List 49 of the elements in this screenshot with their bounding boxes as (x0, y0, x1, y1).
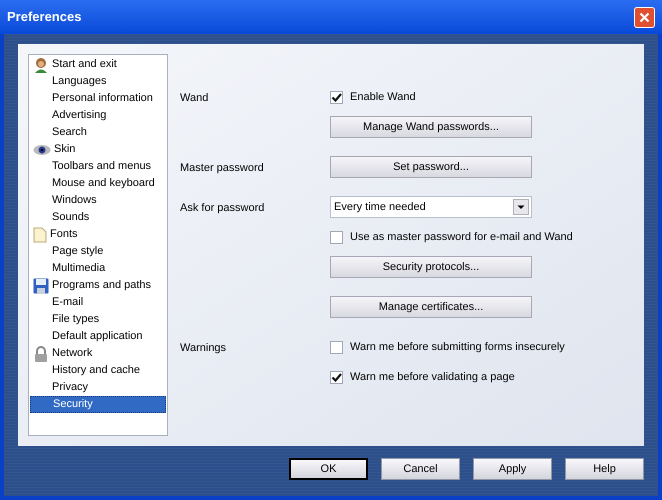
category-item[interactable]: Default application (30, 328, 166, 345)
setting-label: Wand (180, 92, 208, 104)
setting-label: Master password (180, 162, 264, 174)
category-item[interactable]: Sounds (30, 209, 166, 226)
checkbox[interactable] (330, 90, 343, 104)
checkbox[interactable] (330, 230, 343, 244)
category-item[interactable]: Page style (30, 243, 166, 260)
category-item[interactable]: E-mail (30, 294, 166, 311)
action-button[interactable]: Manage certificates... (330, 296, 532, 318)
category-item[interactable]: Mouse and keyboard (30, 175, 166, 192)
category-item[interactable]: Personal information (30, 90, 166, 107)
dialog-button[interactable]: Cancel (381, 458, 460, 480)
category-item[interactable]: Languages (30, 73, 166, 90)
checkbox-label: Enable Wand (350, 90, 416, 105)
category-item[interactable]: Advertising (30, 107, 166, 124)
checkbox-label: Use as master password for e-mail and Wand (350, 230, 573, 245)
category-item[interactable]: File types (30, 311, 166, 328)
dialog-button[interactable]: Help (565, 458, 644, 480)
padlock-icon (33, 346, 49, 362)
category-item[interactable]: Windows (30, 192, 166, 209)
action-button[interactable]: Security protocols... (330, 256, 532, 278)
category-item[interactable]: Skin (30, 141, 166, 158)
category-item[interactable]: Start and exit (30, 56, 166, 73)
checkbox[interactable] (330, 370, 343, 384)
close-icon (639, 12, 650, 22)
close-button[interactable] (634, 6, 655, 28)
category-item[interactable]: Toolbars and menus (30, 158, 166, 175)
action-button[interactable]: Manage Wand passwords... (330, 116, 532, 138)
dialog-button[interactable]: Apply (473, 458, 552, 480)
category-item[interactable]: Search (30, 124, 166, 141)
category-item[interactable]: History and cache (30, 362, 166, 379)
checkbox-label: Warn me before submitting forms insecurely (350, 340, 565, 355)
eye-icon (33, 144, 51, 156)
person-icon (33, 56, 49, 72)
category-item[interactable]: Network (30, 345, 166, 362)
setting-label: Ask for password (180, 202, 264, 214)
category-item[interactable]: Security (30, 396, 166, 413)
setting-label: Warnings (180, 342, 226, 354)
category-item[interactable]: Programs and paths (30, 277, 166, 294)
dialog-button[interactable]: OK (289, 458, 368, 480)
checkbox-label: Warn me before validating a page (350, 370, 515, 385)
category-item[interactable]: Fonts (30, 226, 166, 243)
category-item[interactable]: Multimedia (30, 260, 166, 277)
action-button[interactable]: Set password... (330, 156, 532, 178)
window-title: Preferences (7, 8, 82, 26)
category-item[interactable]: Privacy (30, 379, 166, 396)
dropdown[interactable]: Every time needed (330, 196, 532, 218)
checkbox[interactable] (330, 340, 343, 354)
document-icon (33, 226, 47, 242)
